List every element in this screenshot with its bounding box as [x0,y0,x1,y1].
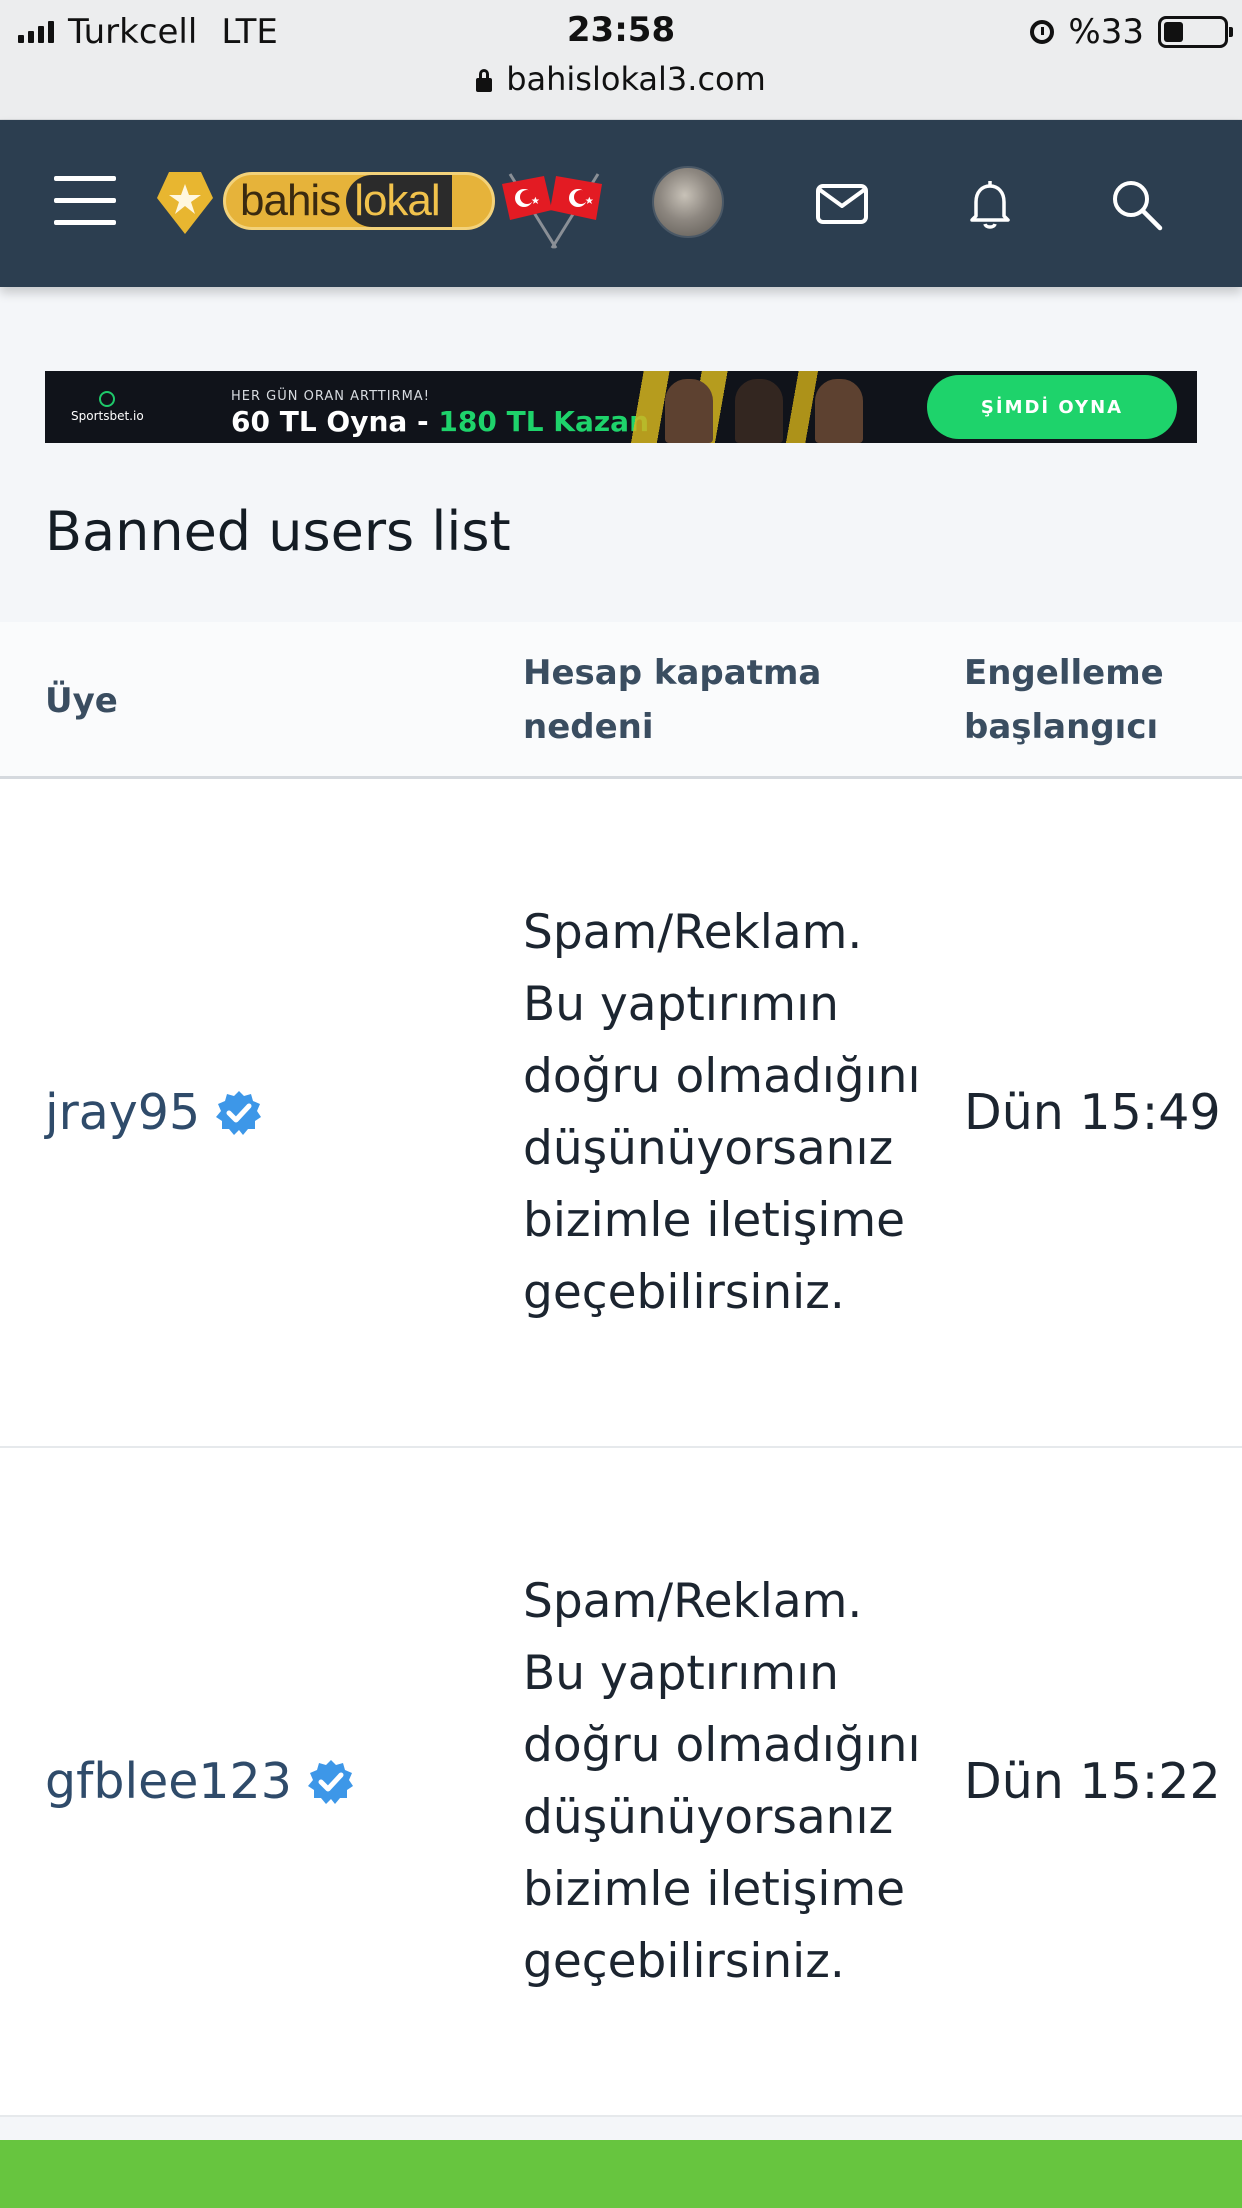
lock-icon [476,69,493,92]
url-text: bahislokal3.com [506,60,766,98]
banner-players-image [605,371,915,443]
banner-brand: Sportsbet.io [71,391,144,423]
table-row: gfblee123 Spam/Reklam. Bu yaptırımın doğ… [0,1448,1242,2117]
banner-cta-button[interactable]: ŞİMDİ OYNA [927,375,1177,439]
alarm-icon [1030,20,1055,44]
member-cell: gfblee123 [45,1448,356,2115]
star-logo-icon [157,172,213,234]
bell-icon[interactable] [962,176,1018,232]
battery-icon [1158,16,1233,48]
promo-banner[interactable]: Sportsbet.io HER GÜN ORAN ARTTIRMA! 60 T… [45,371,1197,443]
ban-reason: Spam/Reklam. Bu yaptırımın doğru olmadığ… [523,904,921,1320]
username-link[interactable]: gfblee123 [45,1753,292,1810]
status-bar: Turkcell LTE 23:58 %33 bahislokal3.com [0,0,1242,120]
member-cell: jray95 [45,779,264,1446]
user-avatar[interactable] [652,166,724,238]
mail-icon[interactable] [814,176,870,232]
bottom-action-bar[interactable] [0,2140,1242,2208]
status-right: %33 [1030,12,1233,52]
ban-reason: Spam/Reklam. Bu yaptırımın doğru olmadığ… [523,1573,921,1989]
banner-promo: 60 TL Oyna - 180 TL Kazan [231,405,650,438]
search-icon[interactable] [1108,176,1164,232]
banner-tagline: HER GÜN ORAN ARTTIRMA! [231,389,430,404]
username-link[interactable]: jray95 [45,1084,200,1141]
menu-icon[interactable] [54,176,116,228]
banned-users-table: Üye Hesap kapatma nedeni Engelleme başla… [0,622,1242,2117]
logo-wordmark: bahis lokal [223,172,495,230]
brand-logo-icon [99,391,116,407]
column-header-reason[interactable]: Hesap kapatma nedeni [523,646,853,754]
battery-percent: %33 [1068,12,1144,52]
page-title: Banned users list [45,500,511,563]
column-header-member[interactable]: Üye [45,674,118,728]
table-header: Üye Hesap kapatma nedeni Engelleme başla… [0,622,1242,779]
table-row: jray95 Spam/Reklam. Bu yaptırımın doğru … [0,779,1242,1448]
address-bar[interactable]: bahislokal3.com [0,60,1242,98]
ban-date: Dün 15:22 [964,1753,1221,1810]
ban-date: Dün 15:49 [964,1084,1221,1141]
verified-badge-icon [216,1090,262,1135]
column-header-start[interactable]: Engelleme başlangıcı [964,646,1224,754]
site-header: bahis lokal [0,120,1242,287]
turkish-flags-icon [502,173,602,249]
verified-badge-icon [307,1759,353,1804]
